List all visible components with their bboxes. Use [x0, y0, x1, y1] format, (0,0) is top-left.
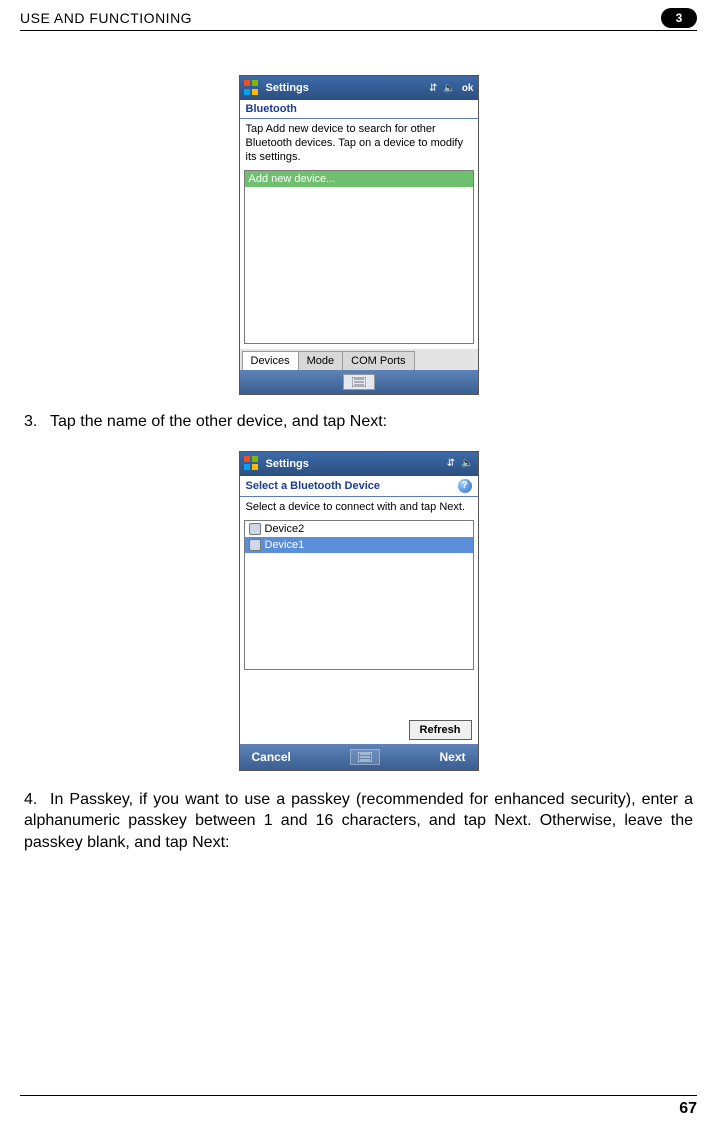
device-listbox[interactable]: Add new device...: [244, 170, 474, 344]
page-number: 67: [679, 1100, 697, 1117]
titlebar-icons: ⇵ 🔈: [447, 458, 474, 469]
device-screen: Settings ⇵ 🔈 Select a Bluetooth Device ?…: [239, 451, 479, 771]
list-item[interactable]: Device1: [245, 537, 473, 553]
step-3-number: 3.: [24, 411, 50, 433]
connectivity-icon[interactable]: ⇵: [429, 83, 437, 94]
titlebar: Settings ⇵ 🔈: [240, 452, 478, 476]
screenshot-select-device: Settings ⇵ 🔈 Select a Bluetooth Device ?…: [20, 451, 697, 771]
step-4: 4.In Passkey, if you want to use a passk…: [20, 789, 697, 854]
refresh-button[interactable]: Refresh: [409, 720, 472, 740]
sip-keyboard-button[interactable]: [350, 749, 380, 765]
instruction-text: Select a device to connect with and tap …: [240, 497, 478, 521]
menu-bar: Cancel Next: [240, 744, 478, 770]
device-screen: Settings ⇵ 🔈 ok Bluetooth Tap Add new de…: [239, 75, 479, 395]
step-3: 3.Tap the name of the other device, and …: [20, 411, 697, 433]
cancel-button[interactable]: Cancel: [252, 750, 291, 764]
step-4-number: 4.: [24, 789, 50, 811]
instruction-text: Tap Add new device to search for other B…: [240, 119, 478, 170]
tab-mode[interactable]: Mode: [298, 351, 344, 370]
step-3-text: Tap the name of the other device, and ta…: [50, 413, 387, 430]
device-icon: [249, 523, 261, 535]
list-item-label: Device1: [265, 539, 305, 551]
titlebar-text: Settings: [266, 82, 429, 94]
list-item-add-new[interactable]: Add new device...: [245, 171, 473, 187]
screen-subtitle: Bluetooth: [240, 100, 478, 119]
subtitle-label: Select a Bluetooth Device: [246, 480, 381, 492]
volume-icon[interactable]: 🔈: [461, 458, 473, 469]
device-icon: [249, 539, 261, 551]
screen-subtitle: Select a Bluetooth Device ?: [240, 476, 478, 497]
titlebar-text: Settings: [266, 458, 447, 470]
volume-icon[interactable]: 🔈: [443, 83, 455, 94]
ok-button[interactable]: ok: [462, 83, 474, 94]
screenshot-bluetooth-devices: Settings ⇵ 🔈 ok Bluetooth Tap Add new de…: [20, 75, 697, 395]
chapter-badge: 3: [661, 8, 697, 28]
start-icon[interactable]: [244, 456, 260, 472]
keyboard-icon: [352, 377, 366, 387]
titlebar: Settings ⇵ 🔈 ok: [240, 76, 478, 100]
sip-bar: [240, 370, 478, 394]
tabs-row: Devices Mode COM Ports: [240, 348, 478, 370]
list-item-label: Device2: [265, 523, 305, 535]
page-content: Settings ⇵ 🔈 ok Bluetooth Tap Add new de…: [20, 31, 697, 853]
tab-com-ports[interactable]: COM Ports: [342, 351, 414, 370]
device-listbox[interactable]: Device2 Device1: [244, 520, 474, 670]
tab-devices[interactable]: Devices: [242, 351, 299, 370]
step-4-text: In Passkey, if you want to use a passkey…: [24, 791, 693, 851]
next-button[interactable]: Next: [439, 750, 465, 764]
titlebar-icons: ⇵ 🔈 ok: [429, 83, 474, 94]
keyboard-icon: [358, 752, 372, 762]
start-icon[interactable]: [244, 80, 260, 96]
help-icon[interactable]: ?: [458, 479, 472, 493]
list-item[interactable]: Device2: [245, 521, 473, 537]
section-title: USE AND FUNCTIONING: [20, 10, 192, 26]
subtitle-label: Bluetooth: [246, 103, 297, 115]
page-header: USE AND FUNCTIONING 3: [20, 8, 697, 31]
page-footer: 67: [20, 1095, 697, 1118]
refresh-row: Refresh: [240, 716, 478, 744]
sip-keyboard-button[interactable]: [343, 374, 375, 390]
connectivity-icon[interactable]: ⇵: [447, 458, 455, 469]
